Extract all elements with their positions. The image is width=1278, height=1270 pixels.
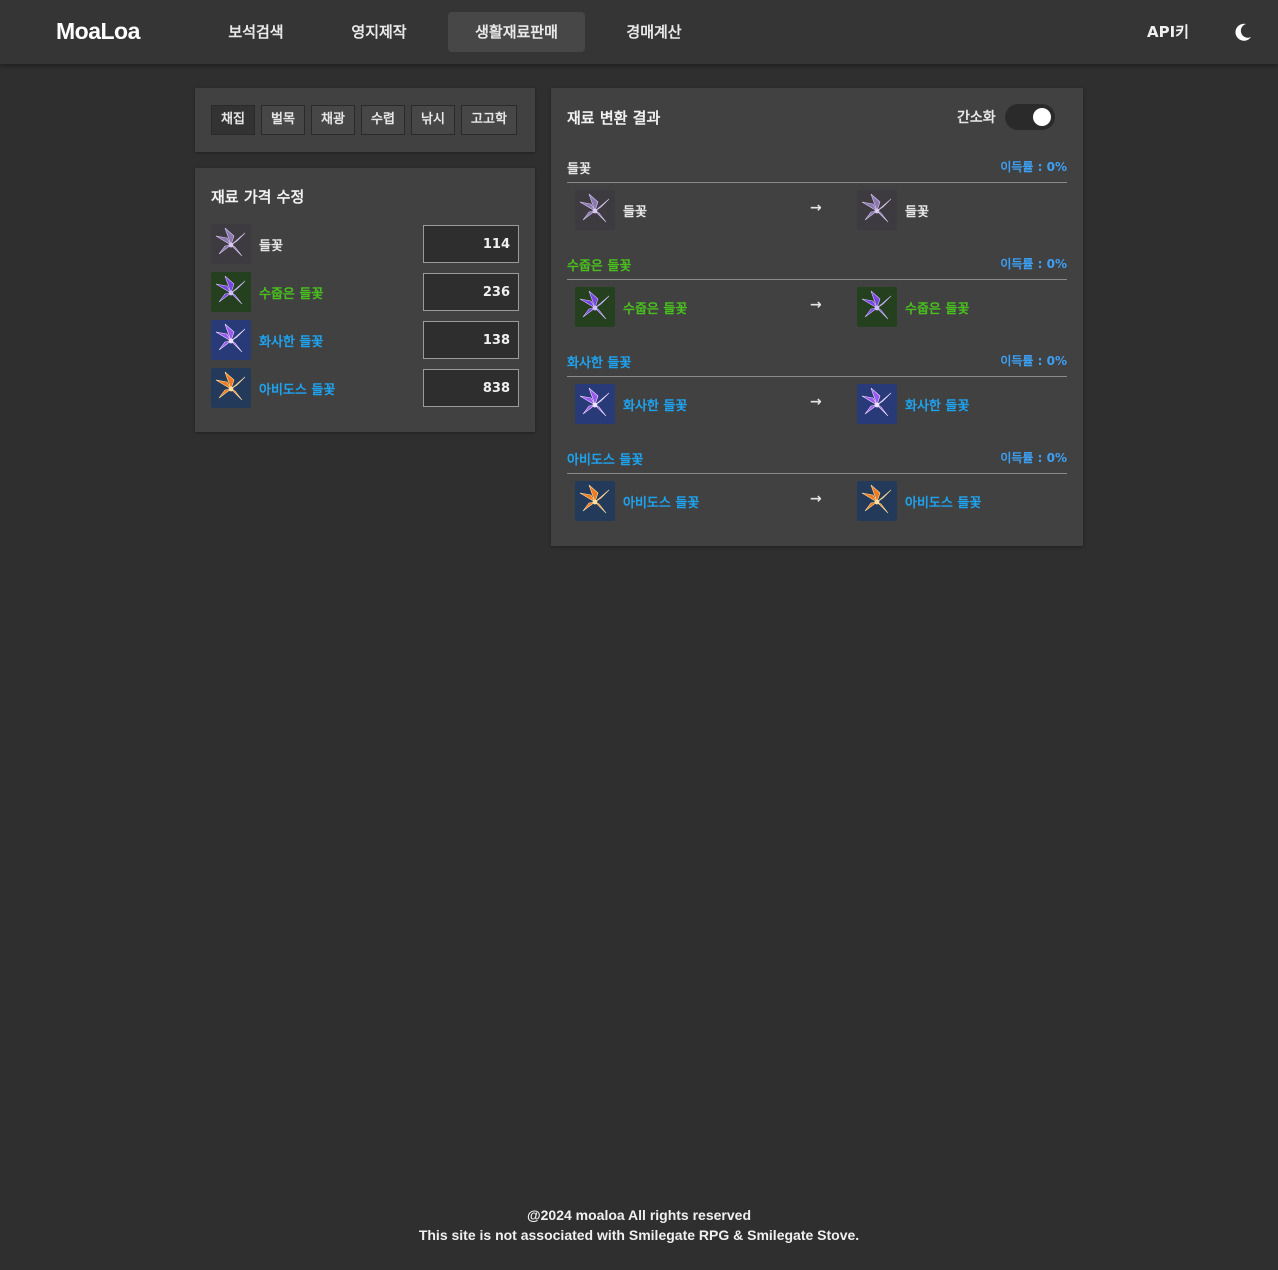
result-group-header: 수줍은 들꽃 이득률 : 0% — [567, 255, 1067, 275]
nav-life-material-sale[interactable]: 생활재료판매 — [448, 12, 585, 52]
price-item-name: 들꽃 — [259, 239, 283, 254]
abydos-wild-flower-icon — [575, 481, 615, 521]
tab-fishing[interactable]: 낚시 — [411, 105, 455, 135]
group-divider — [567, 279, 1067, 280]
group-divider — [567, 182, 1067, 183]
target-material-name: 수줍은 들꽃 — [905, 302, 970, 317]
arrow-right-icon: → — [810, 200, 822, 216]
conversion-result-panel: 재료 변환 결과 간소화 — [551, 88, 1083, 546]
result-group-name: 아비도스 들꽃 — [567, 453, 644, 468]
profit-rate: 이득률 : 0% — [1000, 354, 1067, 368]
result-group-header: 들꽃 이득률 : 0% — [567, 158, 1067, 178]
price-input[interactable] — [423, 273, 519, 311]
tab-archaeology[interactable]: 고고학 — [461, 105, 517, 135]
price-panel-title: 재료 가격 수정 — [211, 188, 305, 206]
arrow-right-icon: → — [810, 394, 822, 410]
wild-flower-icon — [575, 190, 615, 230]
group-divider — [567, 473, 1067, 474]
wild-flower-icon — [211, 224, 251, 264]
price-item-name: 수줍은 들꽃 — [259, 287, 324, 302]
simplify-toggle[interactable] — [1005, 104, 1055, 130]
tab-logging[interactable]: 벌목 — [261, 105, 305, 135]
result-panel-title: 재료 변환 결과 — [567, 109, 661, 127]
api-key-button[interactable]: API키 — [1147, 21, 1189, 42]
simplify-label: 간소화 — [957, 110, 996, 126]
result-group-header: 화사한 들꽃 이득률 : 0% — [567, 352, 1067, 372]
price-input[interactable] — [423, 369, 519, 407]
tab-mining[interactable]: 채광 — [311, 105, 355, 135]
group-divider — [567, 376, 1067, 377]
category-tab-panel: 채집 벌목 채광 수렵 낚시 고고학 — [195, 88, 535, 152]
shy-wild-flower-icon — [575, 287, 615, 327]
result-group-name: 수줍은 들꽃 — [567, 259, 632, 274]
footer-copyright: @2024 moaloa All rights reserved — [526, 1207, 751, 1223]
profit-rate: 이득률 : 0% — [1000, 257, 1067, 271]
top-navbar: MoaLoa 보석검색 영지제작 생활재료판매 경매계산 API키 — [0, 0, 1278, 64]
abydos-wild-flower-icon — [857, 481, 897, 521]
price-item-name: 화사한 들꽃 — [259, 335, 324, 350]
footer-disclaimer: This site is not associated with Smilega… — [418, 1227, 860, 1243]
abydos-wild-flower-icon — [211, 368, 251, 408]
profit-rate: 이득률 : 0% — [1000, 160, 1067, 174]
nav-gem-search[interactable]: 보석검색 — [206, 12, 306, 52]
profit-rate: 이득률 : 0% — [1000, 451, 1067, 465]
arrow-right-icon: → — [810, 297, 822, 313]
source-material-name: 수줍은 들꽃 — [623, 302, 688, 317]
result-group-name: 화사한 들꽃 — [567, 356, 632, 371]
result-group-header: 아비도스 들꽃 이득률 : 0% — [567, 449, 1067, 469]
source-material-name: 들꽃 — [623, 205, 647, 220]
target-material-name: 화사한 들꽃 — [905, 399, 970, 414]
nav-territory-craft[interactable]: 영지제작 — [329, 12, 429, 52]
nav-auction-calc[interactable]: 경매계산 — [604, 12, 704, 52]
bright-wild-flower-icon — [211, 320, 251, 360]
target-material-name: 들꽃 — [905, 205, 929, 220]
tab-gathering[interactable]: 채집 — [211, 105, 255, 135]
price-input[interactable] — [423, 225, 519, 263]
bright-wild-flower-icon — [857, 384, 897, 424]
tab-hunting[interactable]: 수렵 — [361, 105, 405, 135]
target-material-name: 아비도스 들꽃 — [905, 496, 982, 511]
price-input[interactable] — [423, 321, 519, 359]
arrow-right-icon: → — [810, 491, 822, 507]
shy-wild-flower-icon — [857, 287, 897, 327]
toggle-knob — [1033, 108, 1051, 126]
site-logo[interactable]: MoaLoa — [56, 18, 140, 45]
source-material-name: 아비도스 들꽃 — [623, 496, 700, 511]
shy-wild-flower-icon — [211, 272, 251, 312]
result-group-name: 들꽃 — [567, 162, 591, 177]
bright-wild-flower-icon — [575, 384, 615, 424]
price-item-name: 아비도스 들꽃 — [259, 383, 336, 398]
wild-flower-icon — [857, 190, 897, 230]
source-material-name: 화사한 들꽃 — [623, 399, 688, 414]
moon-icon[interactable] — [1233, 22, 1253, 42]
